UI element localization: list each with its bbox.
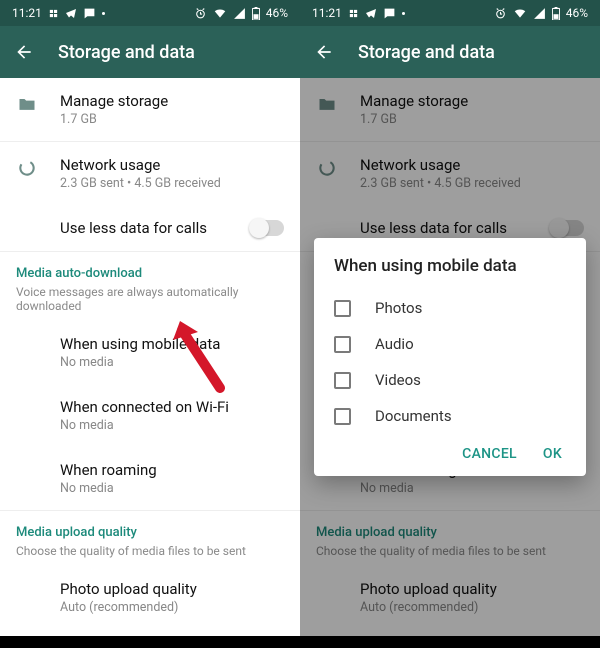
wifi-icon <box>213 6 227 20</box>
option-photos[interactable]: Photos <box>334 290 576 326</box>
network-usage-sub: 2.3 GB sent • 4.5 GB received <box>60 176 284 191</box>
media-upload-quality-title: Media upload quality <box>0 511 300 544</box>
wifi-icon <box>513 6 527 20</box>
use-less-data-label: Use less data for calls <box>60 219 228 237</box>
data-usage-icon <box>17 158 37 178</box>
option-audio-label: Audio <box>375 335 414 353</box>
option-audio[interactable]: Audio <box>334 326 576 362</box>
back-icon[interactable] <box>14 42 34 62</box>
back-icon[interactable] <box>314 42 334 62</box>
roaming-label: When roaming <box>60 461 284 479</box>
battery-icon <box>252 7 260 20</box>
settings-content: Manage storage 1.7 GB Network usage 2.3 … <box>0 78 300 636</box>
status-bar: 11:21 46% <box>0 0 300 26</box>
nav-bar <box>300 636 600 648</box>
dialog-title: When using mobile data <box>334 256 576 276</box>
roaming-sub: No media <box>60 481 284 496</box>
roaming-row[interactable]: When roaming No media <box>0 447 300 510</box>
alarm-icon <box>494 7 507 20</box>
page-title: Storage and data <box>358 42 495 63</box>
status-icon <box>348 8 359 19</box>
option-videos[interactable]: Videos <box>334 362 576 398</box>
signal-icon <box>233 7 246 20</box>
chat-icon <box>83 7 96 20</box>
alarm-icon <box>194 7 207 20</box>
mobile-data-dialog: When using mobile data Photos Audio Vide… <box>314 238 586 476</box>
settings-content: Manage storage 1.7 GB Network usage 2.3 … <box>300 78 600 636</box>
phone-right: 11:21 46% Storage and data Mana <box>300 0 600 648</box>
manage-storage-label: Manage storage <box>60 92 284 110</box>
status-battery: 46% <box>566 6 588 20</box>
telegram-icon <box>365 7 377 19</box>
phone-left: 11:21 46% Storage and data Mana <box>0 0 300 648</box>
signal-icon <box>533 7 546 20</box>
photo-quality-row[interactable]: Photo upload quality Auto (recommended) <box>0 566 300 629</box>
media-auto-download-title: Media auto-download <box>0 252 300 285</box>
network-usage-label: Network usage <box>60 156 284 174</box>
chat-icon <box>383 7 396 20</box>
checkbox-documents[interactable] <box>334 408 351 425</box>
network-usage-row[interactable]: Network usage 2.3 GB sent • 4.5 GB recei… <box>0 142 300 205</box>
ok-button[interactable]: OK <box>543 446 562 462</box>
status-time: 11:21 <box>312 6 342 20</box>
option-photos-label: Photos <box>375 299 422 317</box>
photo-quality-sub: Auto (recommended) <box>60 600 284 615</box>
mobile-data-row[interactable]: When using mobile data No media <box>0 321 300 384</box>
more-dot-icon <box>402 12 405 15</box>
mobile-data-sub: No media <box>60 355 284 370</box>
telegram-icon <box>65 7 77 19</box>
cancel-button[interactable]: CANCEL <box>462 446 517 462</box>
use-less-data-row[interactable]: Use less data for calls <box>0 205 300 251</box>
checkbox-photos[interactable] <box>334 300 351 317</box>
status-icon <box>48 8 59 19</box>
option-documents[interactable]: Documents <box>334 398 576 434</box>
option-videos-label: Videos <box>375 371 421 389</box>
dialog-scrim[interactable]: When using mobile data Photos Audio Vide… <box>300 78 600 636</box>
mobile-data-label: When using mobile data <box>60 335 284 353</box>
option-documents-label: Documents <box>375 407 452 425</box>
status-time: 11:21 <box>12 6 42 20</box>
wifi-row[interactable]: When connected on Wi-Fi No media <box>0 384 300 447</box>
checkbox-videos[interactable] <box>334 372 351 389</box>
manage-storage-sub: 1.7 GB <box>60 112 284 127</box>
page-title: Storage and data <box>58 42 195 63</box>
nav-bar <box>0 636 300 648</box>
wifi-sub: No media <box>60 418 284 433</box>
more-dot-icon <box>102 12 105 15</box>
media-upload-quality-sub: Choose the quality of media files to be … <box>0 544 300 566</box>
media-auto-download-sub: Voice messages are always automatically … <box>0 285 300 321</box>
app-bar: Storage and data <box>300 26 600 78</box>
status-bar: 11:21 46% <box>300 0 600 26</box>
folder-icon <box>17 94 37 114</box>
manage-storage-row[interactable]: Manage storage 1.7 GB <box>0 78 300 141</box>
battery-icon <box>552 7 560 20</box>
checkbox-audio[interactable] <box>334 336 351 353</box>
wifi-label: When connected on Wi-Fi <box>60 398 284 416</box>
use-less-data-toggle[interactable] <box>250 220 284 236</box>
status-battery: 46% <box>266 6 288 20</box>
photo-quality-label: Photo upload quality <box>60 580 284 598</box>
app-bar: Storage and data <box>0 26 300 78</box>
